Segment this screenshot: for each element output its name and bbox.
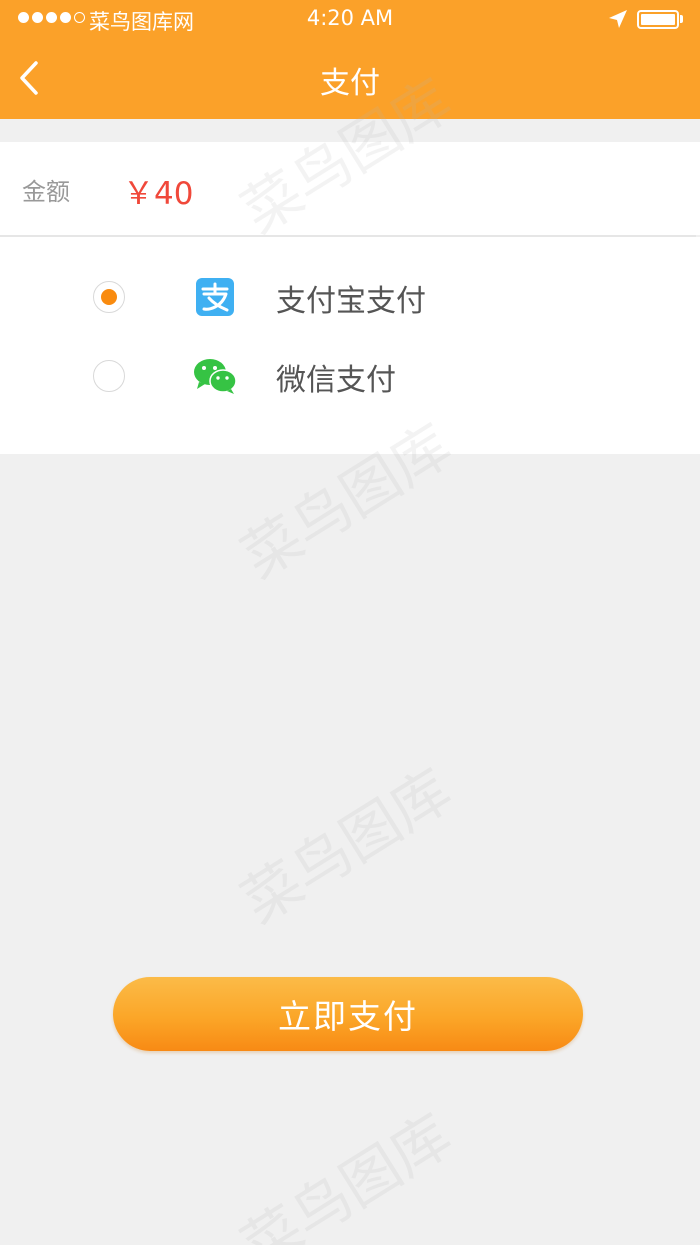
location-arrow-icon	[609, 10, 627, 28]
nav-bar: 支付	[0, 38, 700, 119]
wechat-label: 微信支付	[276, 363, 396, 398]
amount-value: ￥40	[123, 176, 194, 212]
pay-now-button[interactable]: 立即支付	[113, 977, 583, 1051]
page-title: 支付	[320, 66, 380, 101]
status-bar: 菜鸟图库网 4:20 AM	[0, 0, 700, 38]
radio-button-alipay[interactable]	[93, 281, 125, 313]
app-header: 菜鸟图库网 4:20 AM 支付	[0, 0, 700, 119]
wechat-icon	[194, 359, 237, 394]
amount-label: 金额	[22, 178, 70, 206]
payment-option-wechat[interactable]: 微信支付	[0, 341, 700, 411]
battery-icon	[637, 10, 679, 29]
amount-row: 金额 ￥40	[0, 142, 700, 235]
radio-selected-dot	[101, 289, 117, 305]
payment-methods: 支付宝支付 微信支付	[0, 237, 700, 454]
watermark: 菜鸟图库	[230, 1100, 463, 1245]
radio-button-wechat[interactable]	[93, 360, 125, 392]
alipay-label: 支付宝支付	[276, 284, 426, 319]
status-time: 4:20 AM	[306, 6, 394, 30]
alipay-icon	[196, 278, 234, 316]
battery-tip	[680, 15, 683, 23]
payment-option-alipay[interactable]: 支付宝支付	[0, 262, 700, 332]
watermark: 菜鸟图库	[230, 755, 463, 937]
